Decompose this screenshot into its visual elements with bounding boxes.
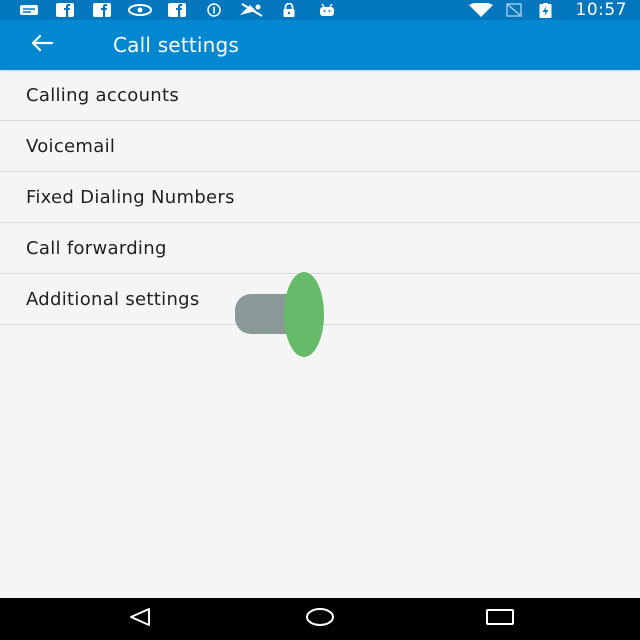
settings-item-call-forwarding[interactable]: Call forwarding (0, 223, 640, 274)
facebook-icon (55, 3, 75, 17)
settings-item-voicemail[interactable]: Voicemail (0, 121, 640, 172)
settings-item-label: Additional settings (26, 288, 200, 310)
settings-item-label: Fixed Dialing Numbers (26, 186, 235, 208)
back-button[interactable] (22, 27, 62, 63)
battery-charging-icon (537, 2, 553, 18)
no-signal-icon (238, 3, 264, 17)
status-bar: 10:57 (0, 0, 640, 20)
android-icon (317, 3, 337, 17)
settings-item-calling-accounts[interactable]: Calling accounts (0, 70, 640, 121)
nav-home-button[interactable] (290, 598, 350, 640)
page-title: Call settings (113, 33, 240, 57)
sim-icon (505, 3, 523, 17)
nav-recents-button[interactable] (470, 598, 530, 640)
app-bar: Call settings (0, 20, 640, 70)
overlay-touch-indicator[interactable] (284, 272, 324, 357)
settings-item-label: Voicemail (26, 135, 116, 157)
facebook-icon (167, 3, 187, 17)
arrow-back-icon (30, 34, 54, 56)
nav-home-icon (304, 607, 336, 631)
navigation-bar (0, 598, 640, 640)
nav-back-button[interactable] (110, 598, 170, 640)
settings-item-fixed-dialing-numbers[interactable]: Fixed Dialing Numbers (0, 172, 640, 223)
nav-back-icon (127, 607, 153, 631)
settings-item-label: Calling accounts (26, 84, 180, 106)
settings-item-label: Call forwarding (26, 237, 167, 259)
notification-icon (18, 3, 40, 17)
nav-recents-icon (485, 608, 515, 630)
eye-icon (128, 3, 152, 17)
info-icon (205, 3, 223, 17)
lock-icon (280, 3, 298, 17)
wifi-icon (468, 3, 494, 17)
facebook-icon (92, 3, 112, 17)
settings-list: Calling accounts Voicemail Fixed Dialing… (0, 70, 640, 325)
status-time: 10:57 (575, 0, 627, 20)
